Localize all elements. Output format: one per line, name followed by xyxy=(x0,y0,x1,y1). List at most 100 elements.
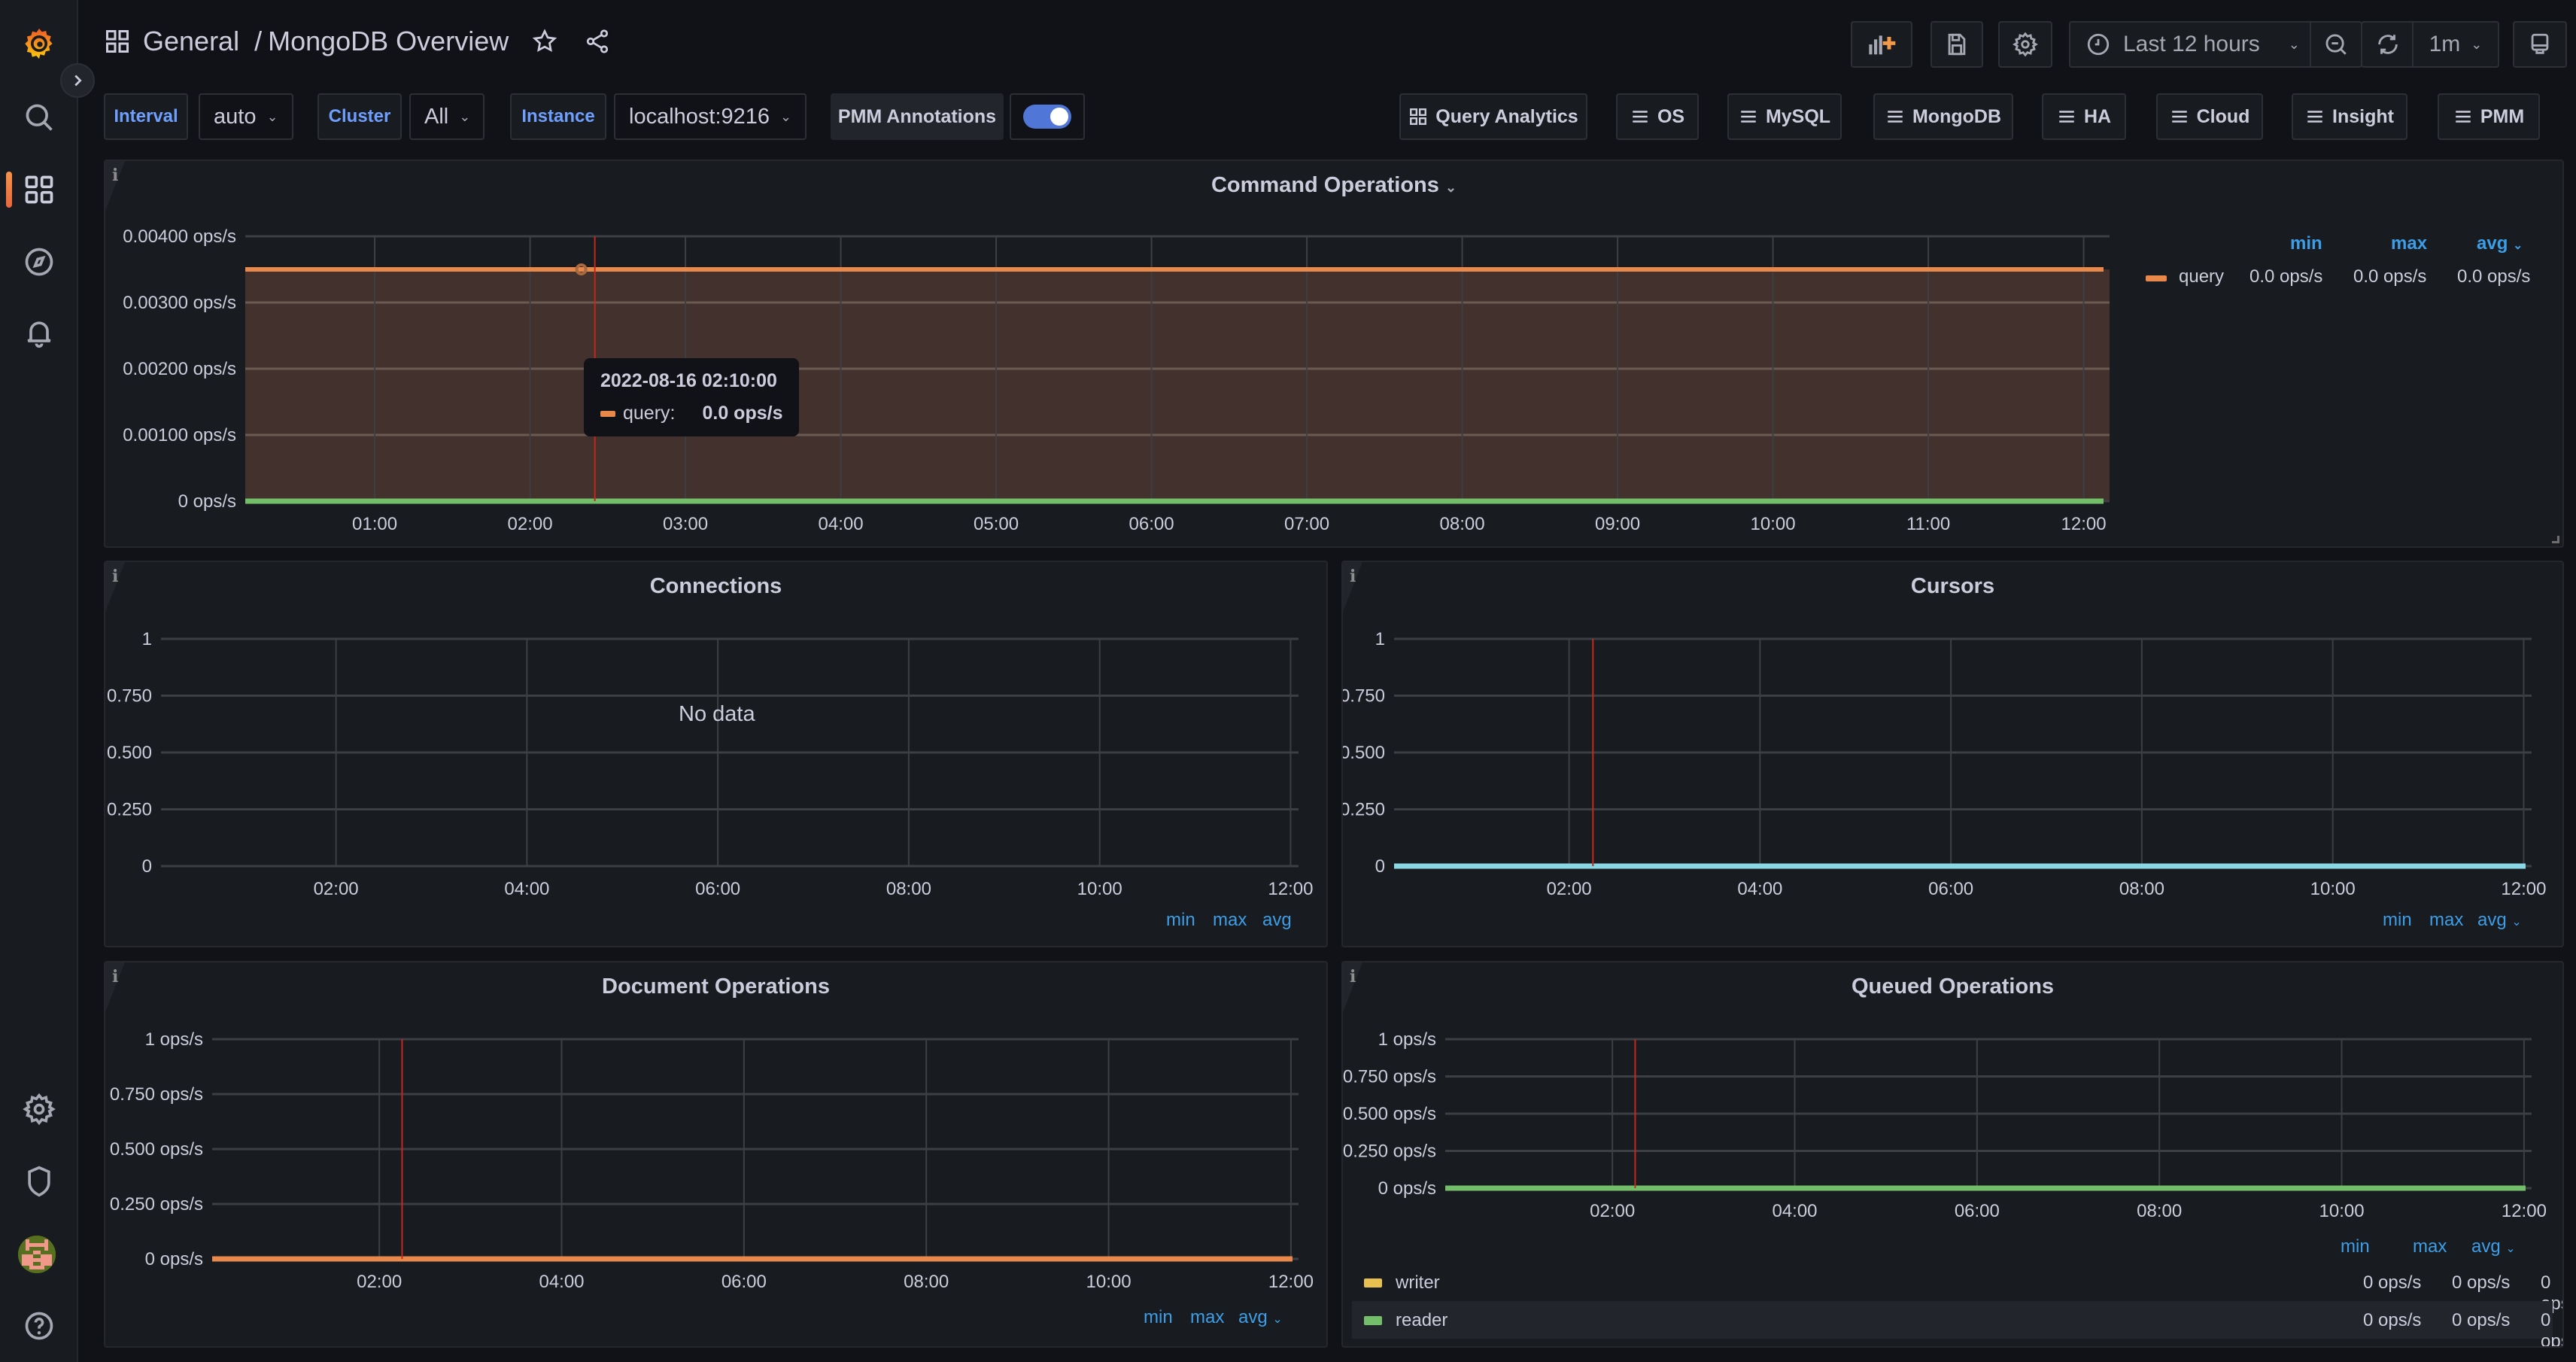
legend-header-avg[interactable]: avg ⌄ xyxy=(2477,910,2522,931)
toggle-switch[interactable] xyxy=(1023,105,1071,129)
chart-cursors[interactable]: 0 0.250 0.500 0.750 1 02:00 04:00 06:00 08:00 10:… xyxy=(1343,562,2564,947)
legend-header-min[interactable]: min xyxy=(2341,1236,2370,1257)
link-label: Cloud xyxy=(2196,105,2250,127)
legend-series-name: reader xyxy=(1396,1310,1448,1330)
pmm-annotations-toggle[interactable] xyxy=(1010,93,1085,140)
legend-item-writer[interactable]: writer 0 ops/s 0 ops/s 0 ops/s xyxy=(1350,1263,2562,1314)
legend-header-avg[interactable]: avg ⌄ xyxy=(2477,233,2523,254)
dashboards-icon[interactable] xyxy=(18,169,60,211)
zoom-out-button[interactable] xyxy=(2310,21,2362,68)
panel-document-operations: i Document Operations 0 ops/s 0.250 ops/s… xyxy=(104,961,1328,1348)
share-icon[interactable] xyxy=(584,28,611,55)
x-tick-label: 04:00 xyxy=(1772,1201,1817,1221)
refresh-button[interactable] xyxy=(2361,21,2413,68)
alerting-bell-icon[interactable] xyxy=(18,312,60,354)
time-range-picker[interactable]: Last 12 hours ⌄ xyxy=(2069,21,2311,68)
explore-compass-icon[interactable] xyxy=(18,241,60,283)
refresh-interval-picker[interactable]: 1m ⌄ xyxy=(2412,21,2499,68)
cluster-value: All xyxy=(424,104,449,129)
y-tick-label: 0.750 ops/s xyxy=(1343,1067,1436,1087)
legend-header-max[interactable]: max xyxy=(2429,910,2463,931)
star-icon[interactable] xyxy=(531,28,558,55)
legend-header-avg[interactable]: avg ⌄ xyxy=(1238,1307,1283,1328)
legend-header-avg[interactable]: avg xyxy=(1262,910,1292,931)
legend-swatch xyxy=(2146,275,2167,281)
x-tick-label: 02:00 xyxy=(357,1272,402,1292)
chevron-down-icon: ⌄ xyxy=(2288,36,2300,52)
bars-icon xyxy=(2307,111,2322,123)
link-mongodb[interactable]: MongoDB xyxy=(1873,93,2013,140)
tv-mode-button[interactable] xyxy=(2513,21,2567,68)
resize-handle[interactable] xyxy=(2552,536,2559,543)
legend-header-max[interactable]: max xyxy=(2391,233,2427,254)
x-tick-label: 02:00 xyxy=(314,879,359,899)
y-tick-label: 0.500 xyxy=(1343,743,1385,763)
x-tick-label: 12:00 xyxy=(2061,514,2107,534)
y-tick-label: 0.00300 ops/s xyxy=(123,293,236,313)
legend-header-min[interactable]: min xyxy=(2383,910,2412,931)
expand-sidebar-button[interactable] xyxy=(60,63,95,98)
legend-header-max[interactable]: max xyxy=(1213,910,1247,931)
dashboard-settings-button[interactable] xyxy=(1998,21,2052,68)
graph-tooltip: 2022-08-16 02:10:00 query: 0.0 ops/s xyxy=(584,358,800,436)
y-tick-label: 1 xyxy=(1375,629,1385,649)
legend-header-avg[interactable]: avg ⌄ xyxy=(2471,1236,2516,1257)
cluster-select[interactable]: All ⌄ xyxy=(409,93,485,140)
bars-icon xyxy=(1741,111,1756,123)
breadcrumb-folder[interactable]: General xyxy=(143,26,239,57)
y-tick-label: 0.250 xyxy=(1343,800,1385,820)
link-ha[interactable]: HA xyxy=(2042,93,2126,140)
shield-icon[interactable] xyxy=(18,1160,60,1202)
dashboard-title[interactable]: MongoDB Overview xyxy=(268,26,509,57)
legend-header-min[interactable]: min xyxy=(1166,910,1195,931)
x-tick-label: 06:00 xyxy=(695,879,740,899)
search-icon[interactable] xyxy=(18,96,60,138)
sidebar xyxy=(0,0,95,1362)
legend-header-max[interactable]: max xyxy=(2413,1236,2447,1257)
link-cloud[interactable]: Cloud xyxy=(2156,93,2263,140)
y-tick-label: 1 ops/s xyxy=(145,1029,203,1050)
breadcrumb: General / MongoDB Overview xyxy=(104,26,611,57)
instance-select[interactable]: localhost:9216 ⌄ xyxy=(614,93,807,140)
legend-header-min[interactable]: min xyxy=(1144,1307,1173,1328)
link-label: PMM xyxy=(2480,105,2525,127)
save-dashboard-button[interactable] xyxy=(1930,21,1983,68)
y-tick-label: 0.250 ops/s xyxy=(110,1194,203,1215)
dashboard-grid-icon xyxy=(106,30,129,53)
help-icon[interactable] xyxy=(18,1305,60,1347)
add-panel-button[interactable] xyxy=(1851,21,1912,68)
link-label: Query Analytics xyxy=(1435,105,1578,127)
bars-icon xyxy=(2171,111,2187,123)
y-tick-label: 0.250 ops/s xyxy=(1343,1142,1436,1162)
legend-max: 0 ops/s xyxy=(2452,1272,2511,1293)
grafana-logo-icon[interactable] xyxy=(18,23,60,65)
legend-header-max[interactable]: max xyxy=(1190,1307,1224,1328)
user-avatar[interactable] xyxy=(18,1236,56,1273)
configuration-gear-icon[interactable] xyxy=(18,1088,60,1130)
x-tick-label: 04:00 xyxy=(819,514,864,534)
legend-header-min[interactable]: min xyxy=(2290,233,2322,254)
series-fill-query xyxy=(245,269,2110,501)
instance-value: localhost:9216 xyxy=(629,104,770,129)
legend-item-reader[interactable]: reader 0 ops/s 0 ops/s 0 ops/s xyxy=(1352,1301,2562,1346)
interval-select[interactable]: auto ⌄ xyxy=(199,93,293,140)
refresh-icon xyxy=(2378,35,2398,54)
x-tick-label: 02:00 xyxy=(1590,1201,1635,1221)
chart-command-operations[interactable]: 0 ops/s 0.00100 ops/s 0.00200 ops/s 0.00300… xyxy=(105,161,2564,548)
x-tick-label: 10:00 xyxy=(2310,879,2356,899)
bars-icon xyxy=(2059,111,2074,123)
chart-document-operations[interactable]: 0 ops/s 0.250 ops/s 0.500 ops/s 0.750 ops/s… xyxy=(105,962,1328,1348)
y-tick-label: 0.750 ops/s xyxy=(110,1084,203,1105)
link-mysql[interactable]: MySQL xyxy=(1727,93,1842,140)
link-insight[interactable]: Insight xyxy=(2292,93,2407,140)
link-pmm[interactable]: PMM xyxy=(2438,93,2540,140)
link-query-analytics[interactable]: Query Analytics xyxy=(1399,93,1587,140)
link-os[interactable]: OS xyxy=(1616,93,1699,140)
legend-avg: 0 ops/s xyxy=(2541,1310,2562,1348)
x-tick-label: 02:00 xyxy=(508,514,553,534)
chevron-down-icon: ⌄ xyxy=(780,108,792,124)
x-tick-label: 08:00 xyxy=(2137,1201,2182,1221)
chart-connections[interactable]: 0 0.250 0.500 0.750 1 02:00 04:00 06:00 08:00 10:… xyxy=(105,562,1328,947)
panel-cursors: i Cursors 0 0.250 0.500 0.750 1 02:00 04:00 06:… xyxy=(1341,561,2564,947)
y-tick-label: 0.250 xyxy=(107,800,152,820)
